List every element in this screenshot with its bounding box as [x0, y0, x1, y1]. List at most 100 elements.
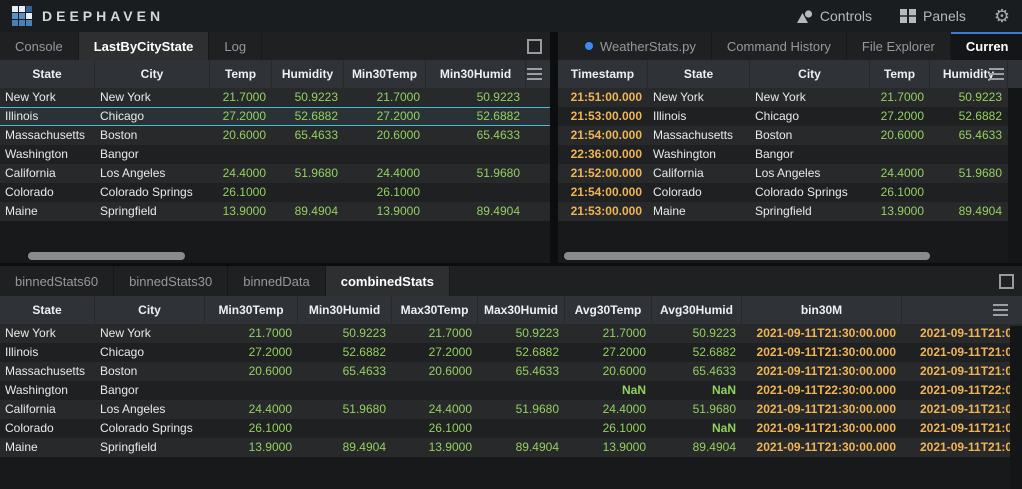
column-header-city[interactable]: City [95, 296, 205, 324]
horizontal-scrollbar[interactable] [0, 252, 550, 260]
cell: 2021-09-11T22:30:00.000 [742, 381, 902, 400]
table-row[interactable]: IllinoisChicago27.200052.688227.200052.6… [0, 343, 1022, 362]
tab-binneddata[interactable]: binnedData [228, 266, 326, 296]
cell: 27.2000 [210, 107, 272, 126]
column-header-min30temp[interactable]: Min30Temp [205, 296, 298, 324]
table-row[interactable]: New YorkNew York21.700050.922321.700050.… [0, 88, 550, 107]
tab-file-explorer[interactable]: File Explorer [847, 32, 951, 60]
maximize-icon[interactable] [527, 39, 542, 54]
cell: 20.6000 [344, 126, 426, 145]
column-header-avg30humid[interactable]: Avg30Humid [652, 296, 742, 324]
column-header-state[interactable]: State [648, 60, 750, 88]
cell: Bangor [95, 145, 210, 164]
cell: 13.9000 [210, 202, 272, 221]
cell: 20.6000 [565, 362, 652, 381]
table-row[interactable]: 21:54:00.000ColoradoColorado Springs26.1… [558, 183, 1022, 202]
table-row[interactable]: MaineSpringfield13.900089.490413.900089.… [0, 202, 550, 221]
tab-command-history[interactable]: Command History [712, 32, 847, 60]
tab-log[interactable]: Log [209, 32, 262, 60]
cell: New York [750, 88, 870, 107]
cell: Maine [648, 202, 750, 221]
table-row[interactable]: 21:54:00.000MassachusettsBoston20.600065… [558, 126, 1022, 145]
table-row[interactable]: MassachusettsBoston20.600065.463320.6000… [0, 362, 1022, 381]
column-header-temp[interactable]: Temp [210, 60, 272, 88]
column-header-bin30m[interactable]: bin30M [742, 296, 902, 324]
column-header-state[interactable]: State [0, 296, 95, 324]
tab-binnedstats30[interactable]: binnedStats30 [114, 266, 228, 296]
tab-binnedstats60[interactable]: binnedStats60 [0, 266, 114, 296]
scrollbar-thumb[interactable] [564, 252, 930, 260]
column-header-max30humid[interactable]: Max30Humid [478, 296, 565, 324]
column-header-state[interactable]: State [0, 60, 95, 88]
table-row[interactable]: CaliforniaLos Angeles24.400051.968024.40… [0, 164, 550, 183]
column-header-city[interactable]: City [750, 60, 870, 88]
hamburger-icon[interactable] [527, 68, 542, 80]
cell: Colorado Springs [750, 183, 870, 202]
cell: 52.6882 [272, 107, 344, 126]
cell: Boston [750, 126, 870, 145]
cell: Washington [0, 145, 95, 164]
table-row[interactable]: 22:36:00.000WashingtonBangor [558, 145, 1022, 164]
cell: 51.9680 [298, 400, 392, 419]
column-header-temp[interactable]: Temp [870, 60, 930, 88]
table-row[interactable]: MaineSpringfield13.900089.490413.900089.… [0, 438, 1022, 457]
gear-icon: ⚙ [994, 7, 1010, 25]
hamburger-icon[interactable] [993, 304, 1008, 316]
maximize-icon[interactable] [999, 274, 1014, 289]
tab-console[interactable]: Console [0, 32, 79, 60]
table-row[interactable]: 21:53:00.000IllinoisChicago27.200052.688… [558, 107, 1022, 126]
cell: 52.6882 [478, 343, 565, 362]
cell: 21:51:00.000 [558, 88, 648, 107]
cell: 51.9680 [426, 164, 526, 183]
tab-label: WeatherStats.py [600, 39, 696, 54]
settings-button[interactable]: ⚙ [994, 7, 1010, 25]
column-header-timestamp[interactable]: Timestamp [558, 60, 648, 88]
table-row[interactable]: IllinoisChicago27.200052.688227.200052.6… [0, 107, 550, 126]
cell: 21.7000 [210, 88, 272, 107]
cell: 50.9223 [272, 88, 344, 107]
horizontal-scrollbar[interactable] [558, 252, 1008, 260]
cell: 13.9000 [205, 438, 298, 457]
table-row[interactable]: New YorkNew York21.700050.922321.700050.… [0, 324, 1022, 343]
column-header-city[interactable]: City [95, 60, 210, 88]
vertical-scrollbar-track[interactable] [1008, 88, 1022, 263]
cell: Massachusetts [0, 126, 95, 145]
tab-curren[interactable]: Curren [951, 32, 1022, 60]
table-row[interactable]: WashingtonBangorNaNNaN2021-09-11T22:30:0… [0, 381, 1022, 400]
cell: New York [95, 324, 205, 343]
table-row[interactable]: 21:53:00.000MaineSpringfield13.900089.49… [558, 202, 1022, 221]
tab-weatherstats-py[interactable]: WeatherStats.py [570, 32, 712, 60]
cell: 21:53:00.000 [558, 202, 648, 221]
cell [426, 145, 526, 164]
cell: 22:36:00.000 [558, 145, 648, 164]
column-header-max30temp[interactable]: Max30Temp [392, 296, 478, 324]
combined-stats-table: StateCityMin30TempMin30HumidMax30TempMax… [0, 296, 1022, 489]
cell: 52.6882 [426, 107, 526, 126]
column-header-min30temp[interactable]: Min30Temp [344, 60, 426, 88]
cell: Colorado Springs [95, 419, 205, 438]
cell: 21:52:00.000 [558, 164, 648, 183]
vertical-scrollbar-track[interactable] [1010, 326, 1022, 489]
panels-button[interactable]: Panels [900, 8, 966, 24]
table-row[interactable]: 21:52:00.000CaliforniaLos Angeles24.4000… [558, 164, 1022, 183]
table-row[interactable]: WashingtonBangor [0, 145, 550, 164]
tab-combinedstats[interactable]: combinedStats [326, 266, 450, 296]
column-header-min30humid[interactable]: Min30Humid [298, 296, 392, 324]
cell: 24.4000 [344, 164, 426, 183]
table-row[interactable]: ColoradoColorado Springs26.100026.1000 [0, 183, 550, 202]
cell: 24.4000 [565, 400, 652, 419]
controls-button[interactable]: Controls [796, 8, 872, 24]
table-row[interactable]: 21:51:00.000New YorkNew York21.700050.92… [558, 88, 1022, 107]
column-header-humidity[interactable]: Humidity [272, 60, 344, 88]
table-row[interactable]: ColoradoColorado Springs26.100026.100026… [0, 419, 1022, 438]
cell: 2021-09-11T21:30:00.000 [742, 400, 902, 419]
cell: Colorado Springs [95, 183, 210, 202]
tab-lastbycitystate[interactable]: LastByCityState [79, 32, 210, 60]
dashboard-icon [900, 9, 916, 23]
column-header-avg30temp[interactable]: Avg30Temp [565, 296, 652, 324]
table-row[interactable]: MassachusettsBoston20.600065.463320.6000… [0, 126, 550, 145]
hamburger-icon[interactable] [989, 68, 1004, 80]
table-row[interactable]: CaliforniaLos Angeles24.400051.968024.40… [0, 400, 1022, 419]
scrollbar-thumb[interactable] [28, 252, 185, 260]
column-header-min30humid[interactable]: Min30Humid [426, 60, 526, 88]
